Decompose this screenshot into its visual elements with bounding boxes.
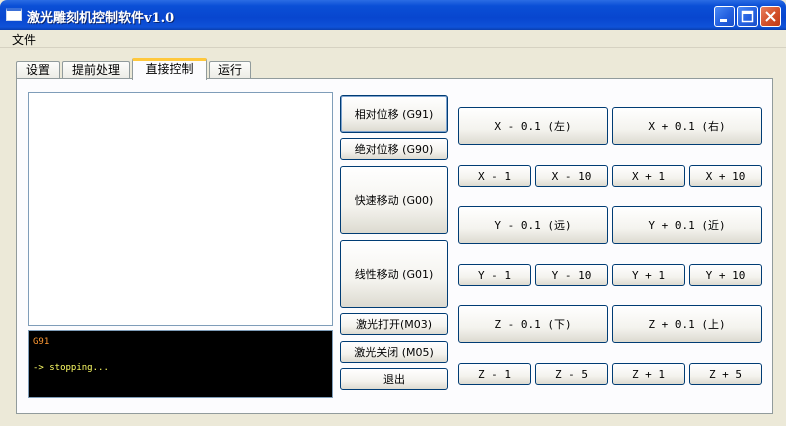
console-line-command: G91 bbox=[33, 337, 50, 347]
close-icon bbox=[765, 11, 776, 22]
y-minus-0-1-button[interactable]: Y - 0.1 (远) bbox=[458, 206, 608, 244]
y-plus-1-button[interactable]: Y + 1 bbox=[612, 264, 685, 286]
app-window-icon bbox=[6, 8, 22, 21]
z-minus-0-1-button[interactable]: Z - 0.1 (下) bbox=[458, 305, 608, 343]
tab-direct-control[interactable]: 直接控制 bbox=[132, 58, 207, 80]
tab-run[interactable]: 运行 bbox=[209, 61, 251, 79]
tab-settings[interactable]: 设置 bbox=[16, 61, 60, 79]
y-plus-10-button[interactable]: Y + 10 bbox=[689, 264, 762, 286]
tab-preprocess[interactable]: 提前处理 bbox=[62, 61, 130, 79]
linear-move-button[interactable]: 线性移动 (G01) bbox=[340, 240, 448, 308]
maximize-button[interactable] bbox=[737, 6, 758, 27]
preview-canvas[interactable] bbox=[28, 92, 333, 326]
x-minus-0-1-button[interactable]: X - 0.1 (左) bbox=[458, 107, 608, 145]
maximize-icon bbox=[741, 10, 754, 23]
console-line-status: -> stopping... bbox=[33, 363, 109, 373]
z-plus-0-1-button[interactable]: Z + 0.1 (上) bbox=[612, 305, 762, 343]
y-minus-10-button[interactable]: Y - 10 bbox=[535, 264, 608, 286]
z-minus-1-button[interactable]: Z - 1 bbox=[458, 363, 531, 385]
x-minus-1-button[interactable]: X - 1 bbox=[458, 165, 531, 187]
rapid-move-button[interactable]: 快速移动 (G00) bbox=[340, 166, 448, 234]
close-button[interactable] bbox=[760, 6, 781, 27]
x-plus-0-1-button[interactable]: X + 0.1 (右) bbox=[612, 107, 762, 145]
title-bar: 激光雕刻机控制软件v1.0 bbox=[0, 0, 786, 30]
x-plus-10-button[interactable]: X + 10 bbox=[689, 165, 762, 187]
y-minus-1-button[interactable]: Y - 1 bbox=[458, 264, 531, 286]
laser-on-button[interactable]: 激光打开(M03) bbox=[340, 313, 448, 335]
absolute-move-button[interactable]: 绝对位移 (G90) bbox=[340, 138, 448, 160]
exit-button[interactable]: 退出 bbox=[340, 368, 448, 390]
menu-file[interactable]: 文件 bbox=[12, 31, 36, 48]
console-output: G91 -> stopping... bbox=[28, 330, 333, 398]
z-plus-5-button[interactable]: Z + 5 bbox=[689, 363, 762, 385]
relative-move-button[interactable]: 相对位移 (G91) bbox=[340, 95, 448, 133]
laser-off-button[interactable]: 激光关闭 (M05) bbox=[340, 341, 448, 363]
x-plus-1-button[interactable]: X + 1 bbox=[612, 165, 685, 187]
window-title: 激光雕刻机控制软件v1.0 bbox=[27, 11, 175, 26]
menu-bar: 文件 bbox=[0, 30, 786, 48]
z-plus-1-button[interactable]: Z + 1 bbox=[612, 363, 685, 385]
y-plus-0-1-button[interactable]: Y + 0.1 (近) bbox=[612, 206, 762, 244]
minimize-button[interactable] bbox=[714, 6, 735, 27]
x-minus-10-button[interactable]: X - 10 bbox=[535, 165, 608, 187]
minimize-icon bbox=[720, 19, 727, 22]
z-minus-5-button[interactable]: Z - 5 bbox=[535, 363, 608, 385]
